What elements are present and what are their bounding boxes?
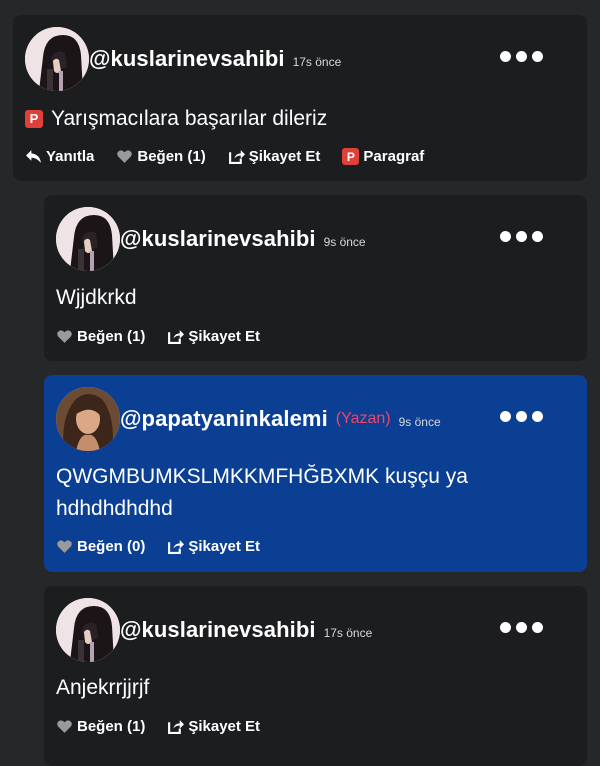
comment-header: @kuslarinevsahibi 17s önce [25, 27, 341, 91]
more-dots-icon[interactable] [500, 411, 543, 422]
timestamp: 17s önce [292, 55, 342, 69]
report-button[interactable]: Şikayet Et [228, 148, 321, 165]
report-label: Şikayet Et [188, 328, 261, 345]
username[interactable]: @kuslarinevsahibi [120, 226, 316, 252]
comment-body: Yarışmacılara başarılar dileriz [51, 107, 328, 130]
comment-text: QWGMBUMKSLMKKMFHĞBXMK kuşçu ya hdhdhdhdh… [56, 461, 468, 525]
like-label: Beğen (1) [77, 718, 146, 735]
avatar[interactable] [56, 207, 120, 271]
more-dots-icon[interactable] [500, 231, 543, 242]
report-label: Şikayet Et [188, 718, 261, 735]
like-button[interactable]: Beğen (0) [56, 538, 145, 555]
reply-icon [26, 150, 41, 163]
comment-header: @kuslarinevsahibi 17s önce [56, 598, 372, 662]
report-button[interactable]: Şikayet Et [167, 538, 260, 555]
reply-button[interactable]: Yanıtla [25, 148, 94, 165]
comment-actions: Beğen (0) Şikayet Et [56, 538, 260, 555]
author-role-label: (Yazan) [335, 410, 391, 427]
comment-text: Anjekrrjjrjf [56, 676, 150, 699]
username[interactable]: @kuslarinevsahibi [89, 46, 285, 72]
reply-label: Yanıtla [46, 148, 95, 165]
paragraph-label: Paragraf [363, 148, 425, 165]
username[interactable]: @kuslarinevsahibi [120, 617, 316, 643]
heart-icon [57, 540, 72, 553]
comment-body-line: QWGMBUMKSLMKKMFHĞBXMK kuşçu ya [56, 465, 468, 488]
like-label: Beğen (1) [77, 328, 146, 345]
like-label: Beğen (0) [77, 538, 146, 555]
avatar[interactable] [25, 27, 89, 91]
author-reply-card: @papatyaninkalemi (Yazan) 9s önce QWGMBU… [44, 375, 587, 572]
more-dots-icon[interactable] [500, 51, 543, 62]
avatar[interactable] [56, 598, 120, 662]
comment-actions: Beğen (1) Şikayet Et [56, 718, 260, 735]
share-report-icon [168, 540, 185, 554]
heart-icon [117, 150, 133, 163]
comment-header: @papatyaninkalemi (Yazan) 9s önce [56, 387, 441, 451]
comment-card: @kuslarinevsahibi 17s önce P Yarışmacıla… [13, 15, 587, 181]
like-label: Beğen (1) [137, 148, 206, 165]
timestamp: 9s önce [323, 235, 366, 249]
timestamp: 17s önce [323, 626, 373, 640]
comment-text: P Yarışmacılara başarılar dileriz [25, 103, 327, 135]
like-button[interactable]: Beğen (1) [56, 718, 145, 735]
more-dots-icon[interactable] [500, 622, 543, 633]
timestamp: 9s önce [398, 415, 441, 429]
comment-text: Wjjdkrkd [56, 286, 137, 309]
like-button[interactable]: Beğen (1) [116, 148, 206, 165]
comment-actions: Yanıtla Beğen (1) Şikayet Et P Paragraf [25, 148, 424, 165]
username[interactable]: @papatyaninkalemi [120, 406, 328, 432]
avatar[interactable] [56, 387, 120, 451]
report-label: Şikayet Et [188, 538, 261, 555]
paragraph-badge-icon: P [25, 110, 43, 128]
report-button[interactable]: Şikayet Et [167, 328, 260, 345]
share-report-icon [168, 720, 185, 734]
comment-header: @kuslarinevsahibi 9s önce [56, 207, 366, 271]
share-report-icon [168, 330, 185, 344]
reply-card: @kuslarinevsahibi 9s önce Wjjdkrkd Beğen… [44, 195, 587, 361]
paragraph-button[interactable]: P Paragraf [342, 148, 424, 165]
report-button[interactable]: Şikayet Et [167, 718, 260, 735]
heart-icon [57, 720, 72, 733]
comment-body-line: hdhdhdhdhd [56, 497, 173, 520]
paragraph-badge-icon: P [342, 148, 360, 165]
like-button[interactable]: Beğen (1) [56, 328, 145, 345]
report-label: Şikayet Et [248, 148, 321, 165]
comment-actions: Beğen (1) Şikayet Et [56, 328, 260, 345]
heart-icon [57, 330, 72, 343]
reply-card: @kuslarinevsahibi 17s önce Anjekrrjjrjf … [44, 586, 587, 766]
share-report-icon [228, 150, 245, 164]
